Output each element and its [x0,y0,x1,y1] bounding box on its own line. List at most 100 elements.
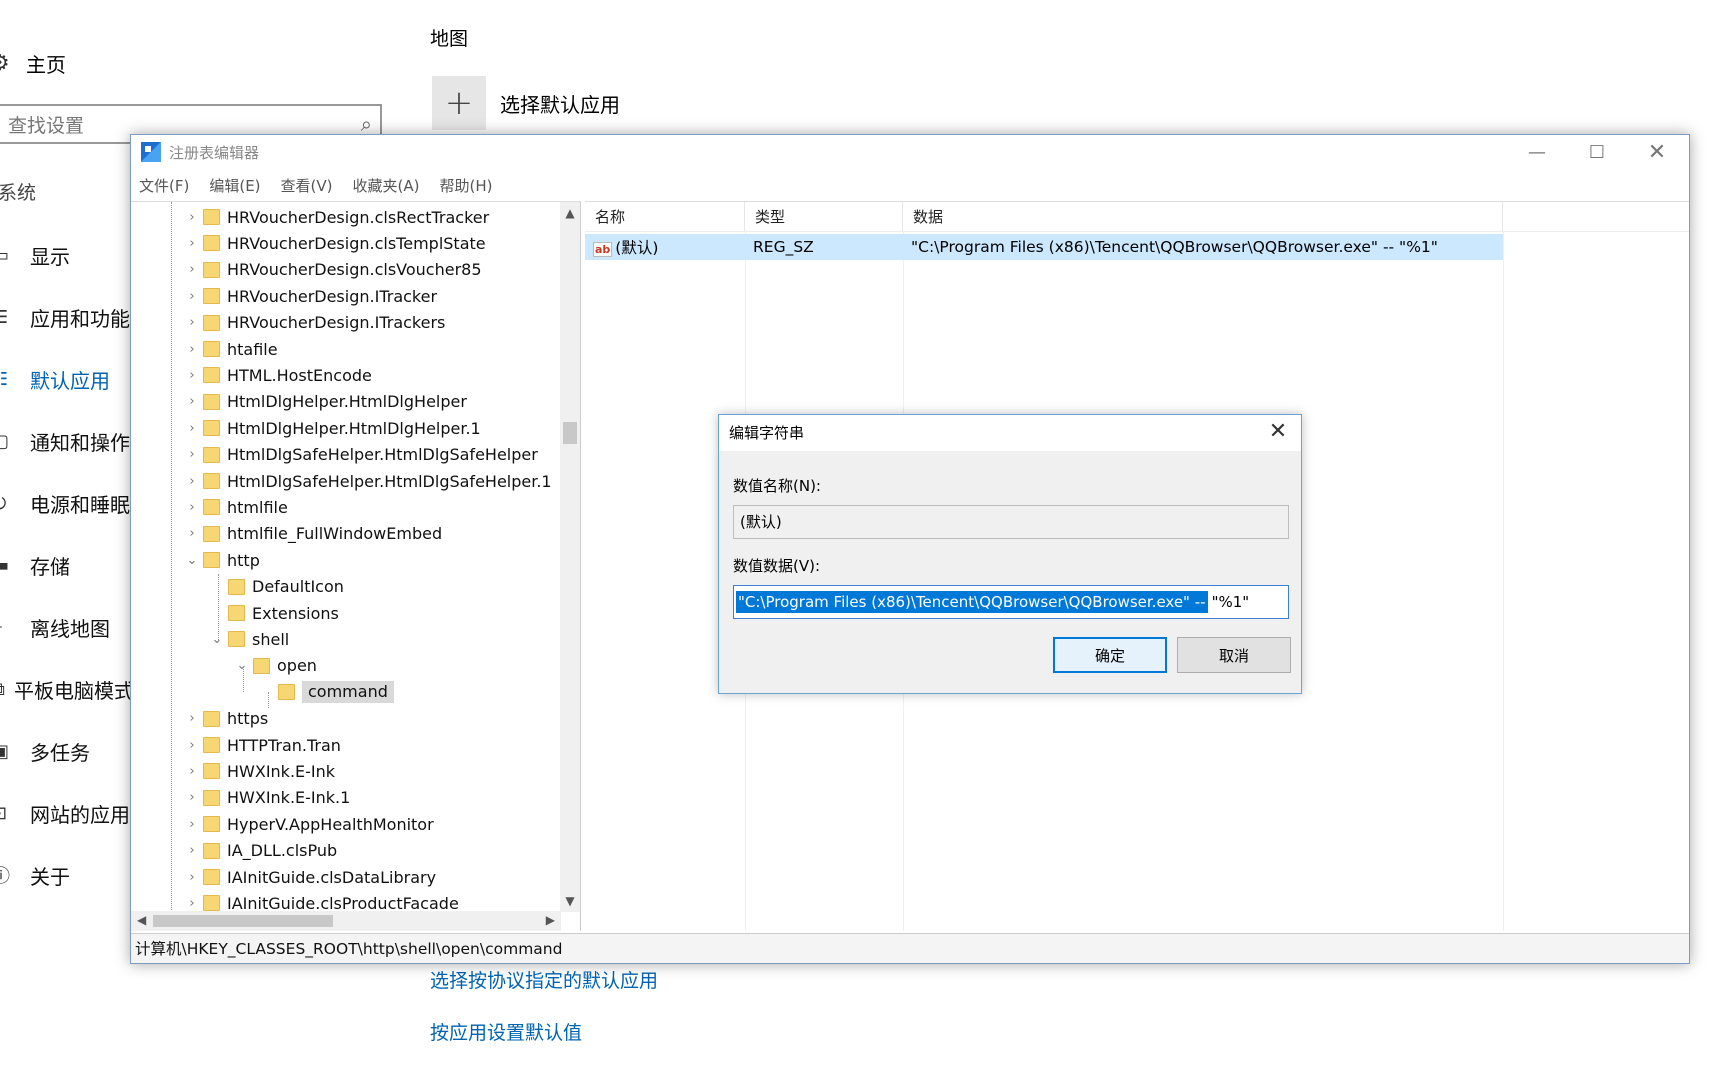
tree-node[interactable]: › HRVoucherDesign.ITracker [181,283,437,309]
chevron-right-icon[interactable]: › [181,738,203,753]
chevron-right-icon[interactable]: › [181,817,203,832]
tree-node[interactable]: › HyperV.AppHealthMonitor [181,811,433,837]
folder-icon [203,842,220,859]
column-header-name[interactable]: 名称 [585,202,745,231]
nav-item[interactable]: ⧉平板电脑模式 [0,674,134,704]
tree-node[interactable]: › IAInitGuide.clsDataLibrary [181,864,436,890]
nav-item[interactable]: ▭ 显示 [0,240,134,270]
tree-node[interactable]: › htmlfile [181,494,287,520]
folder-icon [203,552,220,569]
tree-node-label: HRVoucherDesign.ITracker [227,286,438,306]
menu-item[interactable]: 查看(V) [281,175,333,196]
tree-guide-line [243,666,244,693]
folder-icon [278,684,295,701]
tree-node[interactable]: › htafile [181,336,277,362]
close-button[interactable]: ✕ [1629,135,1685,169]
maximize-button[interactable]: ☐ [1569,135,1625,169]
scroll-right-icon[interactable]: ▶ [546,913,555,927]
chevron-right-icon[interactable]: › [181,394,203,409]
chevron-down-icon[interactable]: ⌄ [231,658,253,673]
hscroll-thumb[interactable] [153,915,333,927]
nav-item[interactable]: ⌖离线地图 [0,612,134,642]
chevron-right-icon[interactable]: › [181,526,203,541]
value-row[interactable]: ab (默认) REG_SZ "C:\Program Files (x86)\Te… [585,234,1503,260]
tree-node[interactable]: › htmlfile_FullWindowEmbed [181,521,442,547]
tree-node[interactable]: › HtmlDlgHelper.HtmlDlgHelper [181,389,467,415]
chevron-right-icon[interactable]: › [181,500,203,515]
tree-node[interactable]: › HRVoucherDesign.clsVoucher85 [181,257,481,283]
chevron-down-icon[interactable]: ⌄ [181,553,203,568]
nav-item[interactable]: ☰ 应用和功能 [0,302,134,332]
tree-node[interactable]: ⌄ http [181,547,260,573]
nav-item[interactable]: ▢ 通知和操作 [0,426,134,456]
chevron-right-icon[interactable]: › [181,210,203,225]
scroll-down-icon[interactable]: ▼ [560,894,580,908]
tree-node[interactable]: Extensions [206,600,339,626]
tree-vertical-scrollbar[interactable]: ▲ ▼ [560,202,580,912]
nav-item[interactable]: ⓘ 关于 [0,860,134,890]
search-icon[interactable]: ⌕ [361,112,372,136]
tree-node[interactable]: › HWXInk.E-Ink.1 [181,785,350,811]
minimize-button[interactable]: — [1509,135,1565,169]
tree-node[interactable]: › HWXInk.E-Ink [181,758,335,784]
chevron-right-icon[interactable]: › [181,236,203,251]
choose-default-app-button[interactable]: + 选择默认应用 [432,76,620,130]
chevron-right-icon[interactable]: › [181,289,203,304]
tree-node[interactable]: › HTTPTran.Tran [181,732,341,758]
chevron-right-icon[interactable]: › [181,315,203,330]
menu-item[interactable]: 收藏夹(A) [353,175,420,196]
chevron-right-icon[interactable]: › [181,843,203,858]
nav-item[interactable]: ☷ 默认应用 [0,364,134,394]
tree-node[interactable]: › HtmlDlgSafeHelper.HtmlDlgSafeHelper [181,442,537,468]
chevron-right-icon[interactable]: › [181,368,203,383]
tree-node[interactable]: DefaultIcon [206,574,344,600]
value-data-input[interactable]: "C:\Program Files (x86)\Tencent\QQBrowse… [733,585,1289,619]
tree-node[interactable]: › HRVoucherDesign.ITrackers [181,310,445,336]
value-type: REG_SZ [753,238,814,256]
chevron-right-icon[interactable]: › [181,896,203,911]
link-set-defaults-by-app[interactable]: 按应用设置默认值 [430,1018,582,1045]
nav-item[interactable]: ▣ 多任务 [0,736,134,766]
menu-item[interactable]: 编辑(E) [209,175,260,196]
chevron-right-icon[interactable]: › [181,342,203,357]
scroll-left-icon[interactable]: ◀ [137,913,146,927]
tree-node[interactable]: › HTML.HostEncode [181,362,372,388]
tree-horizontal-scrollbar[interactable]: ◀ ▶ [131,911,561,931]
registry-tree[interactable]: › HRVoucherDesign.clsRectTracker › HRVouche… [131,201,581,931]
nav-item[interactable]: ▬ 存储 [0,550,134,580]
tree-node[interactable]: › HtmlDlgSafeHelper.HtmlDlgSafeHelper.1 [181,468,552,494]
chevron-right-icon[interactable]: › [181,711,203,726]
regedit-titlebar[interactable]: 注册表编辑器 — ☐ ✕ [131,135,1689,169]
tree-node[interactable]: › https [181,706,268,732]
tree-node[interactable]: › HRVoucherDesign.clsRectTracker [181,204,489,230]
tree-node-label: HTML.HostEncode [227,365,372,385]
ok-button[interactable]: 确定 [1053,637,1167,673]
chevron-right-icon[interactable]: › [181,421,203,436]
nav-home[interactable]: ⚙ 主页 [0,48,66,78]
search-placeholder: 查找设置 [8,114,85,137]
column-header-data[interactable]: 数据 [903,202,1503,231]
link-choose-by-protocol[interactable]: 选择按协议指定的默认应用 [430,966,658,993]
tree-node[interactable]: › IA_DLL.clsPub [181,838,337,864]
cancel-button[interactable]: 取消 [1177,637,1291,673]
chevron-right-icon[interactable]: › [181,262,203,277]
nav-item[interactable]: ⏻电源和睡眠 [0,488,134,518]
chevron-right-icon[interactable]: › [181,764,203,779]
tree-node[interactable]: › HtmlDlgHelper.HtmlDlgHelper.1 [181,415,480,441]
tree-node[interactable]: › HRVoucherDesign.clsTemplState [181,230,485,256]
default-apps-icon: ☷ [0,368,9,390]
dialog-close-icon[interactable]: ✕ [1263,417,1293,447]
tree-node-label: HtmlDlgSafeHelper.HtmlDlgSafeHelper.1 [227,471,552,491]
nav-item[interactable]: ⊡网站的应用 [0,798,134,828]
chevron-right-icon[interactable]: › [181,447,203,462]
chevron-right-icon[interactable]: › [181,870,203,885]
tree-node[interactable]: command [256,679,394,705]
column-header-type[interactable]: 类型 [745,202,903,231]
chevron-right-icon[interactable]: › [181,474,203,489]
scroll-up-icon[interactable]: ▲ [560,206,580,220]
scroll-thumb[interactable] [563,422,577,444]
chevron-right-icon[interactable]: › [181,790,203,805]
menu-item[interactable]: 文件(F) [139,175,189,196]
chevron-down-icon[interactable]: ⌄ [206,632,228,647]
menu-item[interactable]: 帮助(H) [439,175,492,196]
